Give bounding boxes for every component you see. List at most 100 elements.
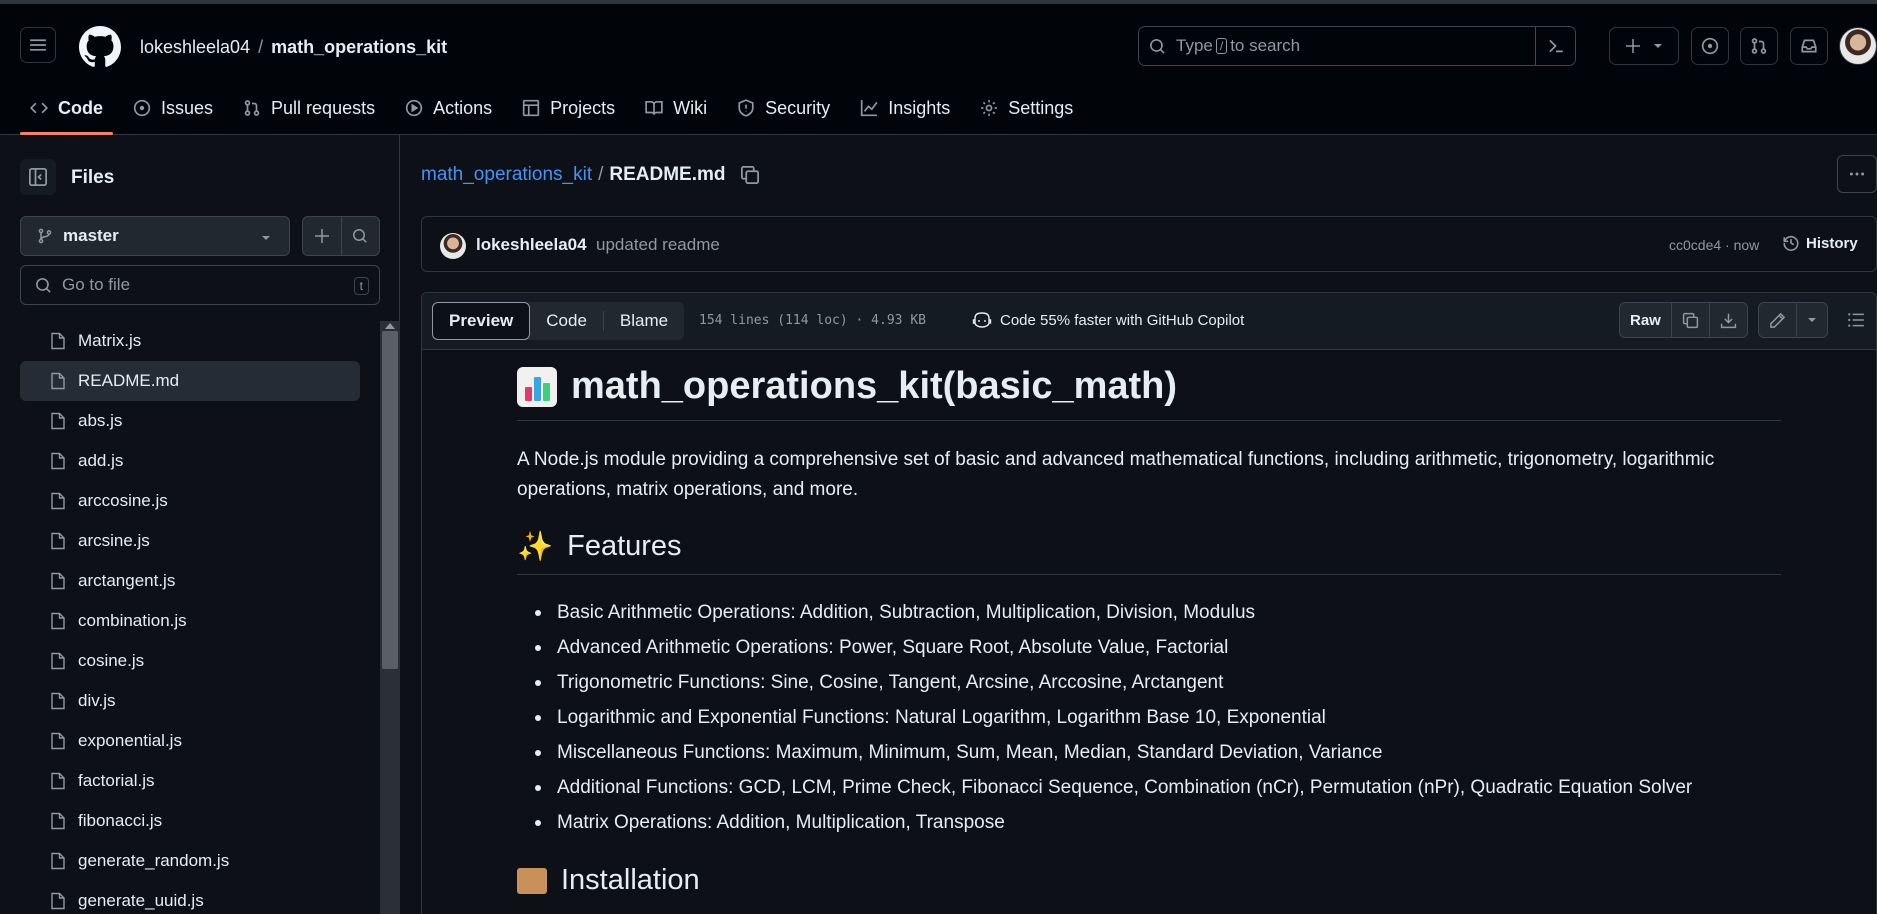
tab-actions[interactable]: Actions [395, 89, 502, 135]
search-code-button[interactable] [342, 217, 380, 255]
file-tree-item[interactable]: generate_uuid.js [20, 881, 360, 914]
blame-tab[interactable]: Blame [604, 302, 684, 340]
commit-author[interactable]: lokeshleela04 [476, 235, 587, 255]
file-name: generate_uuid.js [78, 891, 204, 910]
file-tree-item[interactable]: arctangent.js [20, 561, 360, 601]
tab-code-label: Code [58, 98, 103, 118]
plus-icon [314, 229, 329, 243]
graph-icon [861, 100, 878, 117]
repo-path: lokeshleela04 / math_operations_kit [140, 37, 447, 58]
file-tree-item[interactable]: div.js [20, 681, 360, 721]
tab-insights-label: Insights [888, 98, 951, 118]
list-item: Trigonometric Functions: Sine, Cosine, T… [535, 665, 1781, 700]
download-raw-button[interactable] [1708, 303, 1747, 337]
list-item: Logarithmic and Exponential Functions: N… [535, 700, 1781, 735]
scrollbar-thumb[interactable] [382, 331, 398, 669]
edit-options-dropdown[interactable] [1795, 303, 1827, 337]
copilot-icon [972, 312, 992, 328]
menu-button[interactable] [20, 27, 56, 63]
commit-message[interactable]: updated readme [596, 235, 720, 255]
copy-raw-button[interactable] [1670, 303, 1709, 337]
sidebar-actions [302, 216, 380, 256]
user-avatar[interactable] [1839, 27, 1877, 65]
breadcrumb-separator: / [598, 164, 604, 185]
sidebar-collapse-icon [29, 168, 47, 186]
repo-name-link[interactable]: math_operations_kit [271, 37, 447, 57]
search-input[interactable]: Type / to search [1138, 26, 1576, 66]
file-meta-info: 154 lines (114 loc) · 4.93 KB [699, 313, 926, 328]
file-name: arccosine.js [78, 491, 168, 510]
files-heading: Files [71, 167, 115, 188]
commit-author-avatar[interactable] [440, 233, 466, 259]
file-tree-scrollbar[interactable] [380, 321, 400, 914]
file-tree-item[interactable]: factorial.js [20, 761, 360, 801]
file-name: generate_random.js [78, 851, 230, 870]
create-new-button[interactable] [1609, 27, 1679, 65]
book-icon [645, 100, 663, 115]
file-tree-item[interactable]: generate_random.js [20, 841, 360, 881]
tab-projects-label: Projects [550, 98, 616, 118]
history-label: History [1806, 234, 1858, 252]
scroll-up-arrow-icon[interactable] [385, 323, 395, 329]
list-item: Additional Functions: GCD, LCM, Prime Ch… [535, 770, 1781, 805]
file-tree-item[interactable]: fibonacci.js [20, 801, 360, 841]
file-name: factorial.js [78, 771, 155, 790]
collapse-sidebar-button[interactable] [20, 159, 56, 195]
copy-icon[interactable] [740, 165, 760, 185]
file-tree-item[interactable]: cosine.js [20, 641, 360, 681]
package-emoji-icon [517, 867, 547, 894]
tab-security[interactable]: Security [727, 89, 840, 135]
repo-tabs: Code Issues Pull requests Actions Projec… [20, 89, 1093, 135]
terminal-icon [1548, 39, 1563, 53]
file-tree-item[interactable]: Matrix.js [20, 321, 360, 361]
inbox-icon [1801, 39, 1817, 53]
branch-selector[interactable]: master [20, 216, 290, 256]
tab-security-label: Security [765, 98, 831, 118]
go-to-file-placeholder: Go to file [62, 275, 131, 294]
more-options-button[interactable] [1837, 155, 1877, 193]
tab-insights[interactable]: Insights [850, 89, 960, 135]
file-name: arcsine.js [78, 531, 150, 550]
history-button[interactable]: History [1782, 234, 1858, 252]
tab-pull-requests[interactable]: Pull requests [233, 89, 385, 135]
edit-file-button[interactable] [1759, 303, 1796, 337]
file-tree-item[interactable]: exponential.js [20, 721, 360, 761]
list-item: Advanced Arithmetic Operations: Power, S… [535, 630, 1781, 665]
copilot-promo-link[interactable]: Code 55% faster with GitHub Copilot [972, 311, 1244, 329]
breadcrumb-repo-link[interactable]: math_operations_kit [421, 164, 592, 186]
file-toolbar: Preview Code Blame 154 lines (114 loc) ·… [422, 293, 1876, 350]
go-to-file-input[interactable]: Go to file t [20, 265, 380, 305]
preview-tab[interactable]: Preview [432, 302, 531, 340]
code-view-tab[interactable]: Code [530, 302, 603, 340]
file-tree-item[interactable]: arccosine.js [20, 481, 360, 521]
copy-icon [1682, 312, 1698, 328]
file-name: cosine.js [78, 651, 145, 670]
commit-sha-time[interactable]: cc0cde4 · now [1669, 237, 1759, 253]
file-tree-item-selected[interactable]: README.md [20, 361, 360, 401]
raw-button[interactable]: Raw [1620, 303, 1671, 337]
tab-settings[interactable]: Settings [970, 89, 1083, 135]
triangle-down-icon [1654, 44, 1662, 48]
bar-chart-emoji-icon [517, 366, 557, 407]
github-logo-icon[interactable] [79, 26, 121, 68]
tab-issues[interactable]: Issues [123, 89, 223, 135]
global-header: lokeshleela04 / math_operations_kit Type /… [0, 4, 1877, 135]
file-tree-item[interactable]: add.js [20, 441, 360, 481]
tab-wiki[interactable]: Wiki [635, 89, 717, 135]
repo-owner-link[interactable]: lokeshleela04 [140, 37, 250, 57]
notifications-button[interactable] [1790, 27, 1828, 65]
add-file-button[interactable] [303, 217, 342, 255]
pull-request-icon [244, 100, 260, 116]
your-issues-button[interactable] [1691, 27, 1729, 65]
file-icon [51, 372, 65, 390]
command-palette-button[interactable] [1535, 27, 1575, 65]
outline-button[interactable] [1838, 302, 1874, 338]
tab-code[interactable]: Code [20, 89, 113, 135]
file-tree-item[interactable]: abs.js [20, 401, 360, 441]
file-icon [51, 452, 65, 470]
your-pull-requests-button[interactable] [1740, 27, 1778, 65]
file-tree-item[interactable]: arcsine.js [20, 521, 360, 561]
file-tree-item[interactable]: combination.js [20, 601, 360, 641]
features-list: Basic Arithmetic Operations: Addition, S… [517, 595, 1781, 840]
tab-projects[interactable]: Projects [512, 89, 625, 135]
